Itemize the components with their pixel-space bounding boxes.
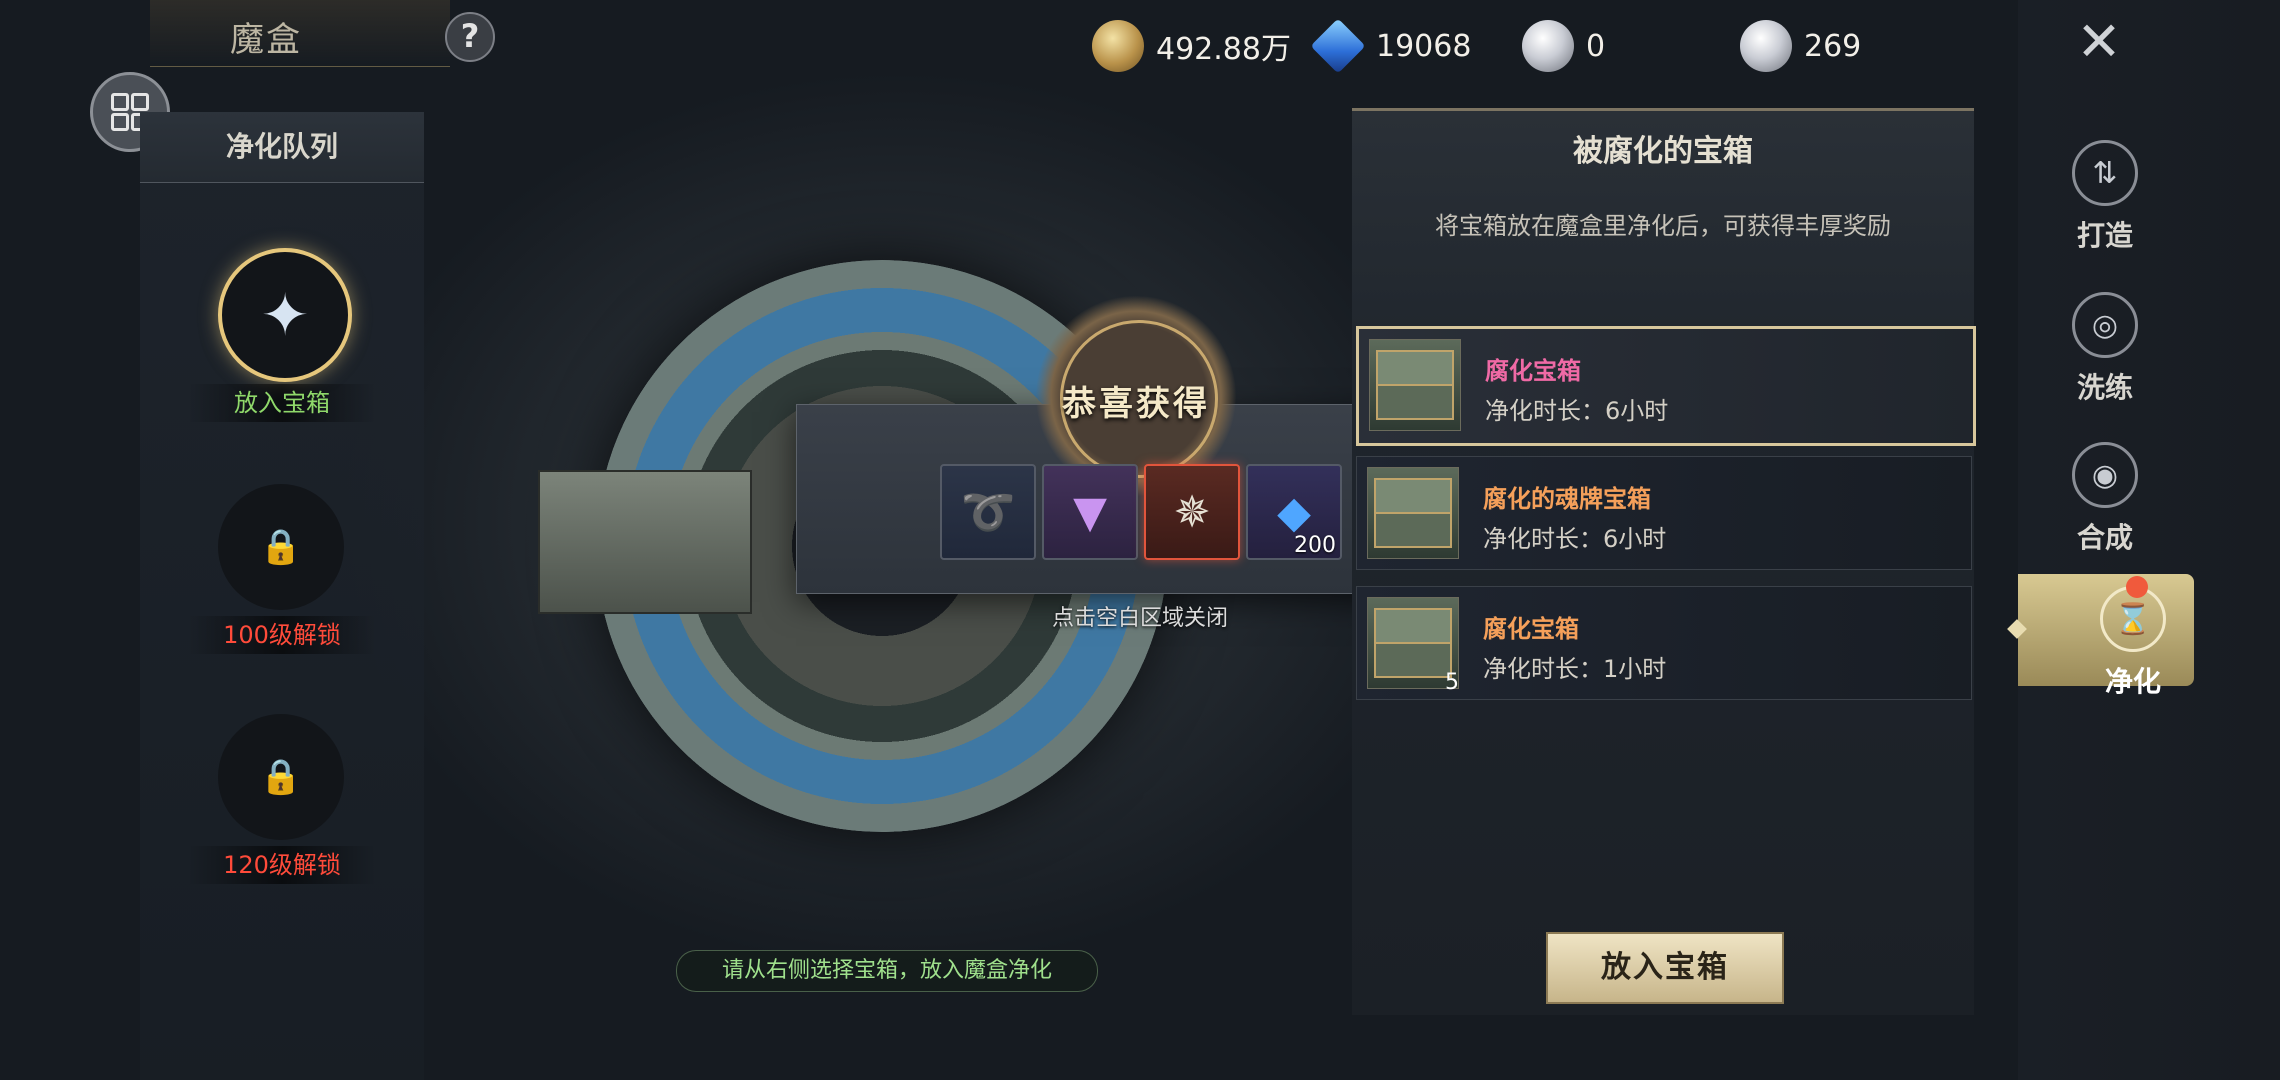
- currency-value: 492.88万: [1156, 32, 1291, 67]
- slot-label: 100级解锁: [188, 616, 376, 654]
- close-button[interactable]: ✕: [2066, 10, 2132, 76]
- nav-forge[interactable]: ⇅ 打造: [2050, 140, 2160, 252]
- refine-icon: ◎: [2072, 292, 2138, 358]
- chest-item[interactable]: 腐化的魂牌宝箱 净化时长：6小时: [1356, 456, 1972, 570]
- queue-slot-1[interactable]: ✦: [218, 248, 352, 382]
- reward-item[interactable]: ✵: [1144, 464, 1240, 560]
- reward-item[interactable]: ➰: [940, 464, 1036, 560]
- reward-item[interactable]: ◆ 200: [1246, 464, 1342, 560]
- slot-label: 120级解锁: [188, 846, 376, 884]
- chest-name: 腐化的魂牌宝箱: [1483, 485, 1651, 513]
- queue-slot-2[interactable]: 🔒: [218, 484, 344, 610]
- currency-value: 19068: [1376, 28, 1472, 64]
- queue-title: 净化队列: [140, 112, 424, 183]
- instruction-banner: 请从右侧选择宝箱，放入魔盒净化: [676, 950, 1098, 992]
- nav-label: 打造: [2076, 219, 2133, 252]
- currency-value: 0: [1586, 28, 1606, 64]
- sparkle-icon: ✦: [260, 281, 310, 349]
- page-title: 魔盒: [230, 20, 302, 60]
- nav-label: 净化: [2104, 665, 2161, 698]
- nav-combine[interactable]: ◉ 合成: [2050, 442, 2160, 554]
- chest-name: 腐化宝箱: [1483, 615, 1579, 643]
- currency-locked-pearl: 0: [1522, 18, 1605, 74]
- chest-item[interactable]: 5 腐化宝箱 净化时长：1小时: [1356, 586, 1972, 700]
- lock-icon: 🔒: [259, 757, 303, 797]
- grid-icon: [111, 93, 129, 111]
- chest-panel-subtitle: 将宝箱放在魔盒里净化后，可获得丰厚奖励: [1435, 212, 1891, 240]
- currency-gold: 492.88万: [1092, 18, 1291, 74]
- pearl-icon: [1740, 20, 1792, 72]
- reward-item[interactable]: ▼: [1042, 464, 1138, 560]
- put-chest-button[interactable]: 放入宝箱: [1546, 932, 1784, 1004]
- nav-purify[interactable]: ⌛ 净化: [2018, 574, 2194, 698]
- chest-item[interactable]: 腐化宝箱 净化时长：6小时: [1356, 326, 1976, 446]
- chest-duration: 净化时长：1小时: [1483, 655, 1667, 683]
- nav-label: 洗练: [2076, 371, 2133, 404]
- gold-coin-icon: [1092, 20, 1144, 72]
- blue-diamond-icon: ◆: [1277, 486, 1311, 538]
- blue-diamond-icon: [1310, 18, 1366, 74]
- chest-panel-title: 被腐化的宝箱: [1573, 134, 1753, 169]
- horn-icon: ➰: [960, 487, 1016, 538]
- magic-box-bolt: [538, 470, 752, 614]
- currency-pearl: 269: [1740, 18, 1861, 74]
- chest-duration: 净化时长：6小时: [1485, 397, 1669, 425]
- chest-name: 腐化宝箱: [1485, 357, 1581, 385]
- notification-dot: [2126, 576, 2148, 598]
- combine-icon: ◉: [2072, 442, 2138, 508]
- locked-pearl-icon: [1522, 20, 1574, 72]
- popup-title: 恭喜获得: [1062, 384, 1210, 424]
- compass-relic-icon: ✵: [1173, 486, 1211, 538]
- chest-icon: [1367, 467, 1459, 559]
- forge-icon: ⇅: [2072, 140, 2138, 206]
- chest-icon: [1369, 339, 1461, 431]
- currency-value: 269: [1804, 28, 1862, 64]
- chest-count: 5: [1445, 670, 1459, 695]
- help-button[interactable]: ?: [445, 12, 495, 62]
- close-hint: 点击空白区域关闭: [1051, 606, 1228, 631]
- slot-label: 放入宝箱: [188, 384, 376, 422]
- queue-slot-3[interactable]: 🔒: [218, 714, 344, 840]
- lock-icon: 🔒: [259, 527, 303, 567]
- reward-count: 200: [1294, 533, 1336, 558]
- currency-diamond: 19068: [1310, 18, 1472, 74]
- nav-refine[interactable]: ◎ 洗练: [2050, 292, 2160, 404]
- nav-label: 合成: [2076, 521, 2133, 554]
- chest-duration: 净化时长：6小时: [1483, 525, 1667, 553]
- purple-crystal-icon: ▼: [1073, 486, 1107, 538]
